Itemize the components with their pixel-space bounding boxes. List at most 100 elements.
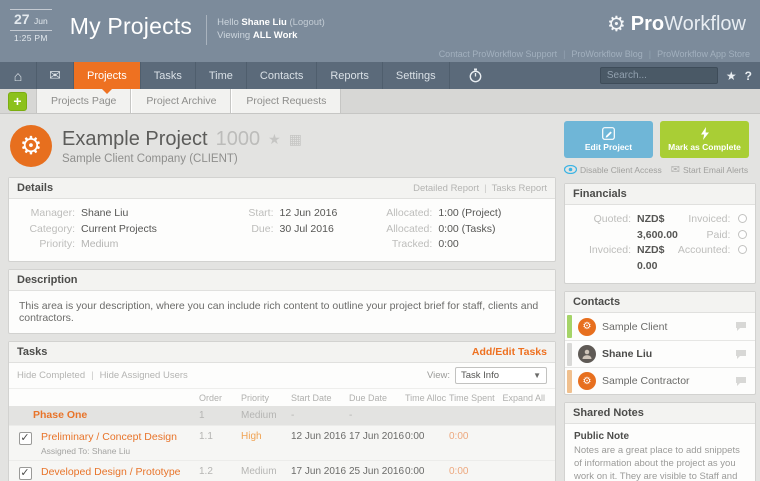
phase-name[interactable]: Phase One bbox=[9, 409, 199, 421]
support-link[interactable]: Contact ProWorkflow Support bbox=[439, 49, 557, 59]
col-due-date: Due Date bbox=[349, 393, 405, 403]
avatar: ⚙ bbox=[578, 372, 596, 390]
star-icon[interactable]: ★ bbox=[268, 131, 281, 148]
hello-label: Hello bbox=[217, 17, 239, 28]
priority-value: Medium bbox=[81, 237, 118, 253]
tracked-label: Tracked: bbox=[370, 237, 432, 253]
help-icon[interactable]: ? bbox=[745, 69, 752, 83]
contacts-panel: Contacts ⚙ Sample Client Shane Liu bbox=[564, 291, 756, 395]
detailed-report-link[interactable]: Detailed Report bbox=[413, 183, 479, 194]
note-title: Public Note bbox=[574, 431, 746, 442]
accounted-radio[interactable] bbox=[738, 245, 747, 254]
chat-bubble-icon[interactable] bbox=[735, 321, 747, 332]
task-spent[interactable]: 0:00 bbox=[449, 466, 497, 477]
task-assigned: Assigned To: Shane Liu bbox=[41, 446, 199, 456]
mark-complete-button[interactable]: Mark as Complete bbox=[660, 121, 749, 158]
calendar-icon[interactable]: ▦ bbox=[289, 131, 302, 148]
appstore-link[interactable]: ProWorkflow App Store bbox=[657, 49, 750, 59]
task-name[interactable]: Developed Design / Prototype bbox=[41, 466, 199, 478]
mail-icon[interactable]: ✉ bbox=[37, 62, 74, 89]
manager-label: Manager: bbox=[13, 206, 75, 222]
list-item[interactable]: ⚙ Sample Contractor bbox=[565, 367, 755, 394]
invoiced-check-label: Invoiced: bbox=[688, 212, 730, 228]
col-order: Order bbox=[199, 393, 241, 403]
user-name: Shane Liu bbox=[241, 17, 286, 28]
invoiced-radio[interactable] bbox=[738, 214, 747, 223]
task-due: 17 Jun 2016 bbox=[349, 431, 405, 442]
note-text: Notes are a great place to add snippets … bbox=[574, 445, 746, 481]
invoiced-label: Invoiced: bbox=[569, 243, 631, 274]
task-order: 1.2 bbox=[199, 466, 241, 477]
task-spent[interactable]: 0:00 bbox=[449, 431, 497, 442]
phase-order: 1 bbox=[199, 410, 241, 421]
category-label: Category: bbox=[13, 222, 75, 238]
tab-project-archive[interactable]: Project Archive bbox=[131, 89, 231, 113]
avatar bbox=[578, 345, 596, 363]
favorites-star-icon[interactable]: ★ bbox=[726, 69, 737, 83]
contact-name: Sample Client bbox=[602, 321, 667, 333]
search-input[interactable] bbox=[600, 67, 718, 84]
due-value: 30 Jul 2016 bbox=[280, 222, 334, 238]
contact-status-bar bbox=[567, 370, 572, 393]
list-item[interactable]: Shane Liu bbox=[565, 340, 755, 367]
project-avatar: ⚙ bbox=[10, 125, 52, 167]
tab-project-requests[interactable]: Project Requests bbox=[231, 89, 341, 113]
chat-bubble-icon[interactable] bbox=[735, 349, 747, 360]
chat-bubble-icon[interactable] bbox=[735, 376, 747, 387]
add-project-button[interactable]: + bbox=[8, 92, 27, 111]
envelope-icon: ✉ bbox=[671, 163, 680, 176]
nav-item-contacts[interactable]: Contacts bbox=[247, 62, 317, 89]
paid-check-label: Paid: bbox=[706, 228, 730, 244]
allocated-tasks-value: 0:00 (Tasks) bbox=[438, 222, 495, 238]
timer-icon[interactable] bbox=[458, 62, 494, 89]
nav-item-tasks[interactable]: Tasks bbox=[141, 62, 196, 89]
contact-name: Sample Contractor bbox=[602, 375, 690, 387]
brand-light: Workflow bbox=[664, 13, 746, 36]
paid-radio[interactable] bbox=[738, 230, 747, 239]
col-start-date: Start Date bbox=[291, 393, 349, 403]
eye-icon bbox=[564, 165, 577, 174]
home-icon[interactable]: ⌂ bbox=[0, 62, 37, 89]
list-item[interactable]: ⚙ Sample Client bbox=[565, 313, 755, 340]
viewing-label: Viewing bbox=[217, 30, 250, 41]
contact-name: Shane Liu bbox=[602, 348, 652, 360]
hide-assigned-link[interactable]: Hide Assigned Users bbox=[100, 370, 188, 381]
financials-panel: Financials Quoted:NZD$ 3,600.00 Invoiced… bbox=[564, 183, 756, 284]
shared-notes-title: Shared Notes bbox=[573, 407, 644, 419]
task-checkbox-checked[interactable]: ✓ bbox=[19, 467, 32, 480]
nav-item-reports[interactable]: Reports bbox=[317, 62, 383, 89]
task-start: 12 Jun 2016 bbox=[291, 431, 349, 442]
phase-row[interactable]: Phase One 1 Medium - - bbox=[9, 406, 555, 425]
tasks-report-link[interactable]: Tasks Report bbox=[492, 183, 547, 194]
tasks-panel: Tasks Add/Edit Tasks Hide Completed Hide… bbox=[8, 341, 556, 481]
add-edit-tasks-link[interactable]: Add/Edit Tasks bbox=[472, 346, 547, 358]
tab-projects-page[interactable]: Projects Page bbox=[36, 89, 131, 113]
pencil-icon bbox=[602, 127, 615, 140]
content-area: ⚙ Example Project 1000 ★ ▦ Sample Client… bbox=[0, 114, 760, 481]
task-name[interactable]: Preliminary / Concept Design bbox=[41, 431, 199, 443]
quoted-value: NZD$ 3,600.00 bbox=[637, 212, 678, 243]
hide-completed-link[interactable]: Hide Completed bbox=[17, 370, 85, 381]
task-order: 1.1 bbox=[199, 431, 241, 442]
task-view-value: Task Info bbox=[461, 370, 499, 381]
description-title: Description bbox=[17, 274, 78, 286]
start-email-alerts-label: Start Email Alerts bbox=[683, 165, 748, 175]
edit-project-button[interactable]: Edit Project bbox=[564, 121, 653, 158]
nav-item-projects[interactable]: Projects bbox=[74, 62, 141, 89]
brand-bold: Pro bbox=[631, 13, 664, 36]
logout-link[interactable]: (Logout) bbox=[289, 17, 324, 28]
allocated-project-label: Allocated: bbox=[370, 206, 432, 222]
task-priority: Medium bbox=[241, 466, 291, 477]
blog-link[interactable]: ProWorkflow Blog bbox=[571, 49, 642, 59]
nav-item-settings[interactable]: Settings bbox=[383, 62, 450, 89]
nav-item-time[interactable]: Time bbox=[196, 62, 247, 89]
task-checkbox-checked[interactable]: ✓ bbox=[19, 432, 32, 445]
expand-all-link[interactable]: Expand All bbox=[497, 393, 555, 403]
disable-client-access-toggle[interactable]: Disable Client Access bbox=[564, 165, 662, 175]
start-email-alerts-toggle[interactable]: ✉ Start Email Alerts bbox=[671, 163, 748, 176]
task-view-select[interactable]: Task Info ▼ bbox=[455, 367, 547, 384]
phase-start: - bbox=[291, 410, 349, 421]
contact-status-bar bbox=[567, 315, 572, 338]
shared-notes-panel: Shared Notes Public Note Notes are a gre… bbox=[564, 402, 756, 481]
details-title: Details bbox=[17, 182, 53, 194]
